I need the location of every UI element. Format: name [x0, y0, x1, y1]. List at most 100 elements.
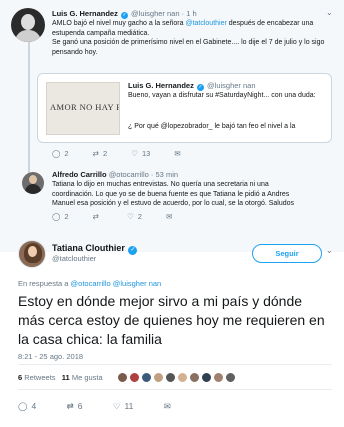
- like-button[interactable]: ♡ 2: [127, 212, 142, 221]
- retweet-icon: ⇄: [92, 149, 99, 158]
- chevron-down-icon[interactable]: ⌄: [326, 246, 333, 255]
- quoted-author-name: Luis G. Hernandez: [128, 81, 194, 90]
- like-count: 13: [141, 149, 151, 158]
- reply-button[interactable]: ◯ 2: [52, 149, 69, 158]
- retweets-stat[interactable]: 6 Retweets: [18, 373, 56, 382]
- quoted-author-handle: @luisgher nan: [207, 81, 256, 90]
- tweet-actions: ◯ 2 ⇄ 2 ♡ 13 ✉: [52, 149, 207, 158]
- quoted-tweet-header: Luis G. Hernandez ✓ @luisgher nan: [128, 81, 256, 91]
- liker-avatar[interactable]: [225, 372, 236, 383]
- reply-button[interactable]: ◯ 4: [18, 401, 36, 412]
- reply-context: En respuesta a @otocarrillo @luisgher na…: [18, 279, 161, 288]
- liker-avatar[interactable]: [153, 372, 164, 383]
- avatar[interactable]: [22, 172, 44, 194]
- author-name[interactable]: Tatiana Clouthier: [52, 243, 125, 253]
- timestamp[interactable]: 53 min: [156, 170, 179, 179]
- like-button[interactable]: ♡ 11: [113, 401, 133, 412]
- retweet-icon: ⇄: [66, 401, 74, 411]
- tweet-header: Luis G. Hernandez ✓ @luisgher nan · 1 h: [52, 9, 197, 19]
- likes-stat-label: Me gusta: [71, 373, 103, 382]
- heart-icon: ♡: [112, 401, 121, 411]
- tweet-text-line: coordinación. Lo que yo se de buena fuen…: [52, 190, 290, 198]
- likes-stat[interactable]: 11 Me gusta: [62, 373, 103, 382]
- retweet-count: 2: [102, 149, 108, 158]
- verified-icon: ✓: [196, 84, 204, 91]
- like-count: 2: [137, 212, 142, 221]
- liker-avatar[interactable]: [165, 372, 176, 383]
- envelope-icon: ✉: [163, 401, 171, 411]
- tweet-text-part: AMLO bajó el nivel muy gacho a la señora: [52, 20, 186, 27]
- retweet-count: 6: [77, 401, 83, 411]
- tweet-header: Alfredo Carrillo @otocarrillo · 53 min: [52, 170, 178, 179]
- tweet-datetime[interactable]: 8:21 - 25 ago. 2018: [18, 352, 83, 361]
- main-tweet-text: Estoy en dónde mejor sirvo a mi país y d…: [18, 293, 325, 347]
- reply-count: 2: [64, 149, 69, 158]
- heart-icon: ♡: [131, 149, 138, 158]
- quoted-tweet-image[interactable]: AMOR NO HAY F: [46, 82, 120, 135]
- follow-button[interactable]: Seguir: [252, 244, 322, 263]
- reply-count: 4: [31, 401, 37, 411]
- reply-icon: ◯: [52, 149, 61, 158]
- avatar-face: [28, 246, 37, 257]
- avatar-body: [15, 30, 41, 42]
- liker-avatars[interactable]: [117, 370, 237, 383]
- image-caption: AMOR NO HAY F: [50, 102, 120, 112]
- avatar-face: [21, 14, 35, 30]
- retweets-stat-label: Retweets: [24, 373, 56, 382]
- liker-avatar[interactable]: [117, 372, 128, 383]
- author-handle[interactable]: @luisgher nan: [131, 9, 179, 18]
- main-tweet-handle-row: @tatclouthier: [52, 254, 96, 263]
- dm-button[interactable]: ✉: [174, 149, 184, 158]
- avatar[interactable]: [11, 8, 45, 42]
- reply-icon: ◯: [52, 212, 61, 221]
- liker-avatar[interactable]: [141, 372, 152, 383]
- retweets-stat-count: 6: [18, 373, 23, 382]
- reply-button[interactable]: ◯ 2: [52, 212, 69, 221]
- liker-avatar[interactable]: [213, 372, 224, 383]
- retweet-button[interactable]: ⇄ 2: [93, 149, 107, 158]
- avatar[interactable]: [18, 240, 46, 268]
- dm-button[interactable]: ✉: [164, 401, 175, 412]
- heart-icon: ♡: [127, 212, 134, 221]
- liker-avatar[interactable]: [177, 372, 188, 383]
- retweet-icon: ⇄: [92, 212, 99, 221]
- likes-stat-count: 11: [61, 373, 70, 382]
- verified-icon: ✓: [120, 12, 128, 19]
- author-handle[interactable]: @tatclouthier: [52, 254, 96, 263]
- timestamp[interactable]: 1 h: [186, 9, 196, 18]
- chevron-down-icon[interactable]: ⌄: [326, 8, 333, 17]
- reply-icon: ◯: [18, 401, 28, 411]
- tweet-text: AMLO bajó el nivel muy gacho a la señora…: [52, 19, 334, 57]
- tweet-text: Tatiana lo dijo en muchas entrevistas. N…: [52, 180, 340, 209]
- tweet-datetime-row: 8:21 - 25 ago. 2018: [18, 352, 83, 361]
- mention-link[interactable]: @tatclouthier: [185, 20, 226, 27]
- retweet-button[interactable]: ⇄ 6: [67, 401, 83, 412]
- separator-dot: ·: [150, 170, 154, 179]
- tweet-text-part: Se ganó una posición de primerísimo nive…: [52, 39, 325, 56]
- quoted-tweet-text: Bueno, vayan a disfrutar su #SaturdayNig…: [128, 92, 316, 99]
- separator-dot: ·: [181, 9, 185, 18]
- like-count: 11: [124, 401, 134, 411]
- envelope-icon: ✉: [166, 212, 173, 221]
- liker-avatar[interactable]: [129, 372, 140, 383]
- divider: [18, 364, 332, 365]
- dm-button[interactable]: ✉: [166, 212, 176, 221]
- reply-prefix: En respuesta a: [18, 279, 69, 288]
- author-name[interactable]: Alfredo Carrillo: [52, 170, 107, 179]
- author-handle[interactable]: @otocarrillo: [109, 170, 149, 179]
- reply-mentions[interactable]: @otocarrillo @luisgher nan: [71, 279, 162, 288]
- tweet-text-line: Tatiana lo dijo en muchas entrevistas. N…: [52, 181, 269, 188]
- main-tweet-actions: ◯ 4 ⇄ 6 ♡ 11 ✉: [18, 401, 197, 412]
- tweet-stats: 6 Retweets 11 Me gusta: [18, 373, 103, 382]
- reply-count: 2: [64, 212, 69, 221]
- liker-avatar[interactable]: [189, 372, 200, 383]
- retweet-button[interactable]: ⇄: [93, 212, 103, 221]
- avatar-face: [29, 175, 37, 184]
- tweet-actions: ◯ 2 ⇄ ♡ 2 ✉: [52, 212, 198, 221]
- liker-avatar[interactable]: [201, 372, 212, 383]
- tweet-text-line: Manuel esa posición y el estuvo de acuer…: [52, 200, 295, 207]
- author-name[interactable]: Luis G. Hernandez: [52, 9, 118, 18]
- quoted-tweet[interactable]: AMOR NO HAY F Luis G. Hernandez ✓ @luisg…: [37, 73, 332, 143]
- like-button[interactable]: ♡ 13: [131, 149, 150, 158]
- quoted-tweet-text-line2: ¿ Por qué @lopezobrador_ le bajó tan feo…: [128, 123, 296, 130]
